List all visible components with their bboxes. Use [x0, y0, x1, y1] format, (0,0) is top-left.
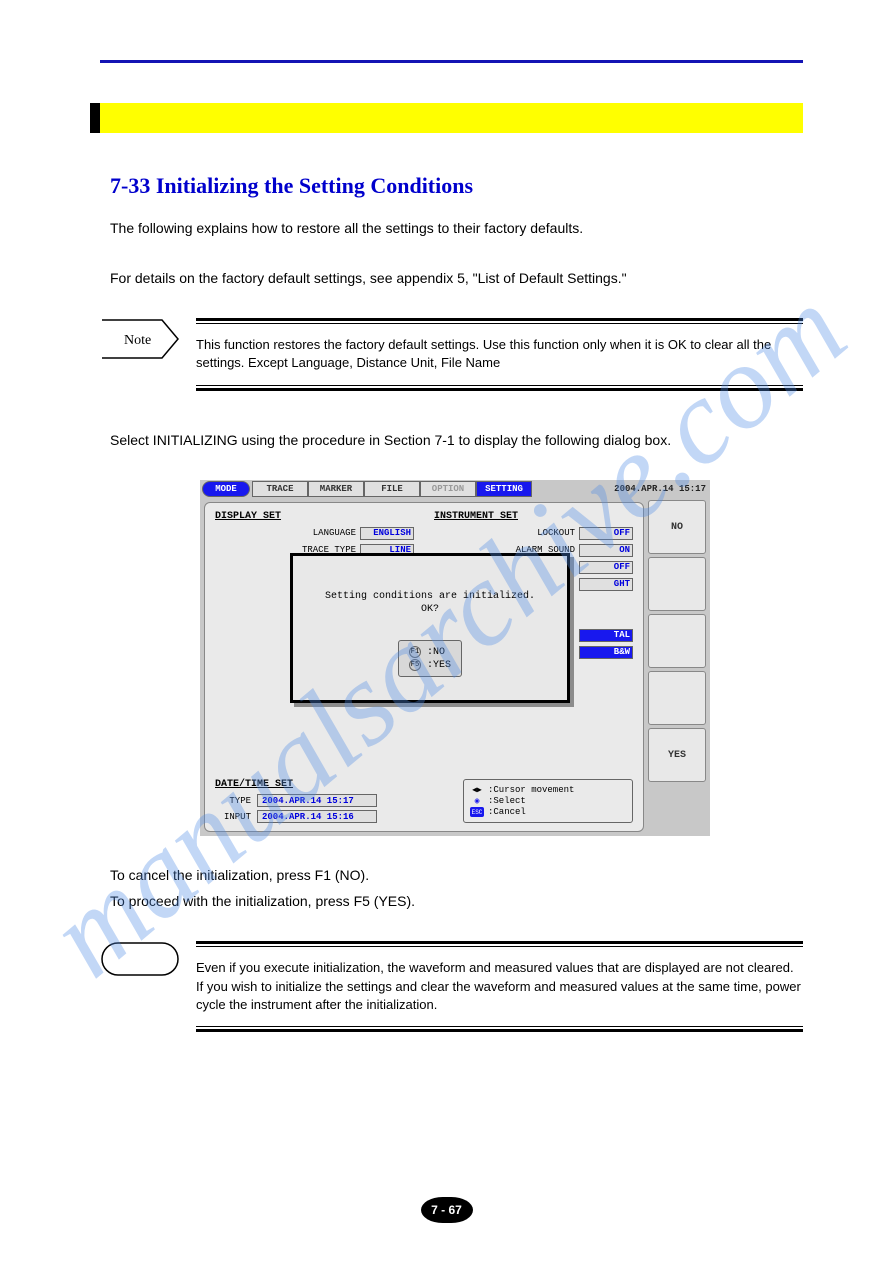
enter-key-icon: ◉: [470, 796, 484, 806]
main-panel: DISPLAY SET LANGUAGEENGLISH TRACE TYPELI…: [204, 502, 644, 832]
esc-key-icon: ESC: [470, 807, 484, 817]
tab-trace[interactable]: TRACE: [252, 481, 308, 497]
dt-type-label: TYPE: [215, 796, 251, 806]
confirm-dialog: Setting conditions are initialized. OK? …: [290, 553, 570, 703]
row-value[interactable]: OFF: [579, 561, 633, 574]
screen-datetime: 2004.APR.14 15:17: [614, 484, 706, 494]
row-value[interactable]: ENGLISH: [360, 527, 414, 540]
row-value[interactable]: B&W: [579, 646, 633, 659]
dialog-no-label: :NO: [427, 647, 445, 658]
f5-key-icon: F5: [409, 659, 421, 671]
row-label: LANGUAGE: [215, 528, 360, 538]
intro-para-2: For details on the factory default setti…: [110, 269, 803, 289]
remarks-bottom-rule: [196, 1026, 803, 1032]
dialog-message-line1: Setting conditions are initialized.: [325, 591, 535, 602]
instrument-set-heading: INSTRUMENT SET: [434, 511, 633, 522]
display-set-heading: DISPLAY SET: [215, 511, 414, 522]
softkey-panel: NO YES: [648, 498, 710, 836]
note-flag-icon: Note: [100, 318, 180, 390]
note-label: Note: [124, 333, 151, 348]
datetime-heading: DATE/TIME SET: [215, 779, 377, 790]
tab-mode[interactable]: MODE: [202, 481, 250, 497]
dt-type-value[interactable]: 2004.APR.14 15:17: [257, 794, 377, 807]
tab-bar: MODE TRACE MARKER FILE OPTION SETTING 20…: [200, 480, 710, 498]
row-value[interactable]: OFF: [579, 527, 633, 540]
section-header-marker: [90, 103, 100, 133]
remarks-top-rule: [196, 941, 803, 947]
remarks-flag-icon: [100, 941, 180, 1032]
f1-key-icon: F1: [409, 646, 421, 658]
screenshot-figure: MODE TRACE MARKER FILE OPTION SETTING 20…: [200, 480, 803, 836]
after-fig-1: To cancel the initialization, press F1 (…: [110, 866, 803, 886]
no-button[interactable]: NO: [648, 500, 706, 554]
hint-cancel: :Cancel: [488, 807, 526, 817]
para-before-figure: Select INITIALIZING using the procedure …: [110, 431, 803, 451]
hint-select: :Select: [488, 796, 526, 806]
softkey-2[interactable]: [648, 557, 706, 611]
after-fig-2: To proceed with the initialization, pres…: [110, 892, 803, 912]
arrow-keys-icon: ◀▶: [470, 785, 484, 795]
row-value[interactable]: GHT: [579, 578, 633, 591]
datetime-section: DATE/TIME SET TYPE 2004.APR.14 15:17 INPU…: [215, 779, 377, 823]
note-bottom-rule: [196, 385, 803, 391]
page: 7-33 Initializing the Setting Conditions…: [0, 0, 893, 1263]
device-screen: MODE TRACE MARKER FILE OPTION SETTING 20…: [200, 480, 710, 836]
section-header-bar: [100, 103, 803, 133]
tab-file[interactable]: FILE: [364, 481, 420, 497]
dialog-button-box: F1 :NO F5 :YES: [398, 640, 462, 677]
tab-marker[interactable]: MARKER: [308, 481, 364, 497]
note-top-rule: [196, 318, 803, 324]
dialog-yes-label: :YES: [427, 660, 451, 671]
tab-option[interactable]: OPTION: [420, 481, 476, 497]
row-value[interactable]: TAL: [579, 629, 633, 642]
note-block: Note This function restores the factory …: [100, 318, 803, 390]
softkey-4[interactable]: [648, 671, 706, 725]
softkey-3[interactable]: [648, 614, 706, 668]
remarks-text: Even if you execute initialization, the …: [196, 957, 803, 1016]
section-title: 7-33 Initializing the Setting Conditions: [100, 173, 803, 199]
row-value[interactable]: ON: [579, 544, 633, 557]
tab-setting[interactable]: SETTING: [476, 481, 532, 497]
note-text: This function restores the factory defau…: [196, 334, 803, 374]
remarks-block: Even if you execute initialization, the …: [100, 941, 803, 1032]
dialog-message-line2: OK?: [421, 604, 439, 615]
intro-para-1: The following explains how to restore al…: [110, 219, 803, 239]
row-label: LOCKOUT: [434, 528, 579, 538]
top-rule: [100, 60, 803, 63]
yes-button[interactable]: YES: [648, 728, 706, 782]
hint-cursor: :Cursor movement: [488, 785, 574, 795]
hint-box: ◀▶ :Cursor movement ◉ :Select ESC :Cancel: [463, 779, 633, 823]
dt-input-value[interactable]: 2004.APR.14 15:16: [257, 810, 377, 823]
dt-input-label: INPUT: [215, 812, 251, 822]
